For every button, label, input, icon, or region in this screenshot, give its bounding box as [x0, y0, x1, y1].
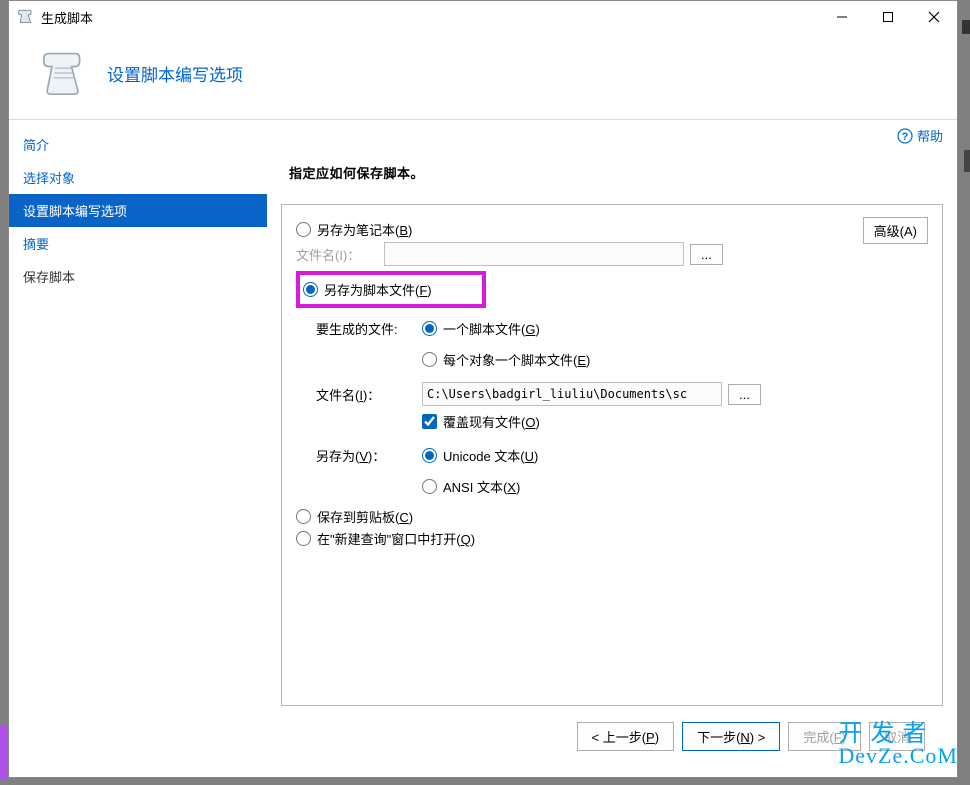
- radio-save-scriptfile-input[interactable]: [303, 282, 318, 297]
- script-browse-button[interactable]: ...: [728, 384, 761, 405]
- window-title: 生成脚本: [41, 8, 819, 27]
- radio-per-object-input[interactable]: [422, 352, 437, 367]
- radio-new-query-label: 在"新建查询"窗口中打开(Q): [317, 529, 475, 548]
- scriptfile-sub-block: 要生成的文件: 一个脚本文件(G) 每个对象一个脚本文件(E): [316, 316, 928, 499]
- script-filename-row: 文件名(I)： ... 覆盖现有文件(O): [316, 382, 928, 435]
- notebook-filename-row: 文件名(I)： ...: [296, 242, 863, 266]
- wizard-sidebar: 简介 选择对象 设置脚本编写选项 摘要 保存脚本: [9, 120, 267, 777]
- bg-decor: [964, 150, 970, 172]
- radio-unicode-input[interactable]: [422, 448, 437, 463]
- prev-button[interactable]: < 上一步(P): [577, 722, 675, 751]
- radio-save-scriptfile-highlight: 另存为脚本文件(F): [296, 271, 486, 308]
- radio-one-script-input[interactable]: [422, 321, 437, 336]
- help-link[interactable]: 帮助: [917, 126, 943, 145]
- overwrite-check-row[interactable]: 覆盖现有文件(O): [422, 412, 761, 431]
- help-row: ? 帮助: [281, 126, 943, 145]
- radio-save-scriptfile[interactable]: 另存为脚本文件(F): [303, 280, 432, 299]
- radio-new-query-input[interactable]: [296, 531, 311, 546]
- script-filename-input[interactable]: [422, 382, 722, 406]
- advanced-button-label: 高级(A): [874, 224, 917, 239]
- overwrite-checkbox[interactable]: [422, 414, 437, 429]
- help-icon: ?: [897, 128, 913, 144]
- maximize-button[interactable]: [865, 2, 911, 32]
- sidebar-item-choose-objects[interactable]: 选择对象: [9, 161, 267, 194]
- radio-clipboard-label: 保存到剪贴板(C): [317, 507, 413, 526]
- radio-new-query[interactable]: 在"新建查询"窗口中打开(Q): [296, 529, 928, 548]
- sidebar-item-scripting-options[interactable]: 设置脚本编写选项: [9, 194, 267, 227]
- close-button[interactable]: [911, 2, 957, 32]
- sidebar-item-summary[interactable]: 摘要: [9, 227, 267, 260]
- files-to-generate-row: 要生成的文件: 一个脚本文件(G) 每个对象一个脚本文件(E): [316, 316, 928, 372]
- radio-one-script-label: 一个脚本文件(G): [443, 319, 540, 338]
- script-icon: [39, 47, 91, 99]
- cancel-button[interactable]: 取消: [869, 722, 925, 751]
- sidebar-item-intro[interactable]: 简介: [9, 128, 267, 161]
- notebook-filename-input: [384, 242, 684, 266]
- notebook-filename-label: 文件名(I)：: [296, 245, 384, 264]
- radio-unicode[interactable]: Unicode 文本(U): [422, 446, 538, 465]
- radio-one-script[interactable]: 一个脚本文件(G): [422, 319, 590, 338]
- radio-save-scriptfile-label: 另存为脚本文件(F): [324, 280, 432, 299]
- radio-ansi[interactable]: ANSI 文本(X): [422, 477, 538, 496]
- dialog-window: 生成脚本 设置脚本编写选项 简介 选择对象 设置脚本编写选项 摘要 保存脚本: [8, 0, 958, 778]
- bg-decor: [0, 725, 8, 779]
- svg-text:?: ?: [902, 131, 909, 143]
- advanced-button[interactable]: 高级(A): [863, 217, 928, 244]
- files-to-generate-label: 要生成的文件:: [316, 316, 422, 338]
- encoding-row: 另存为(V)： Unicode 文本(U) ANSI 文本(X): [316, 443, 928, 499]
- next-button[interactable]: 下一步(N) >: [682, 722, 780, 751]
- finish-button: 完成(F): [788, 722, 861, 751]
- options-panel: 高级(A) 另存为笔记本(B) 文件名(I)： ... 另存为脚本文件(F): [281, 204, 943, 706]
- dialog-body: 简介 选择对象 设置脚本编写选项 摘要 保存脚本 ? 帮助 指定应如何保存脚本。…: [9, 120, 957, 777]
- radio-save-notebook[interactable]: 另存为笔记本(B): [296, 220, 863, 239]
- titlebar: 生成脚本: [9, 1, 957, 33]
- page-title: 设置脚本编写选项: [107, 61, 243, 86]
- radio-clipboard[interactable]: 保存到剪贴板(C): [296, 507, 928, 526]
- radio-ansi-label: ANSI 文本(X): [443, 477, 520, 496]
- radio-save-notebook-label: 另存为笔记本(B): [317, 220, 412, 239]
- footer-buttons: < 上一步(P) 下一步(N) > 完成(F) 取消: [281, 706, 943, 767]
- radio-unicode-label: Unicode 文本(U): [443, 446, 538, 465]
- main-panel: ? 帮助 指定应如何保存脚本。 高级(A) 另存为笔记本(B) 文件名(I)： …: [267, 120, 957, 777]
- app-icon: [17, 8, 35, 26]
- instruction-text: 指定应如何保存脚本。: [289, 163, 943, 182]
- radio-save-notebook-input[interactable]: [296, 222, 311, 237]
- page-header: 设置脚本编写选项: [9, 33, 957, 120]
- encoding-label: 另存为(V)：: [316, 443, 422, 465]
- minimize-button[interactable]: [819, 2, 865, 32]
- radio-clipboard-input[interactable]: [296, 509, 311, 524]
- sidebar-item-save-script: 保存脚本: [9, 260, 267, 293]
- notebook-browse-button[interactable]: ...: [690, 244, 723, 265]
- bg-decor: [962, 20, 970, 34]
- radio-ansi-input[interactable]: [422, 479, 437, 494]
- overwrite-label: 覆盖现有文件(O): [443, 412, 540, 431]
- radio-per-object[interactable]: 每个对象一个脚本文件(E): [422, 350, 590, 369]
- radio-per-object-label: 每个对象一个脚本文件(E): [443, 350, 590, 369]
- script-filename-label: 文件名(I)：: [316, 382, 422, 404]
